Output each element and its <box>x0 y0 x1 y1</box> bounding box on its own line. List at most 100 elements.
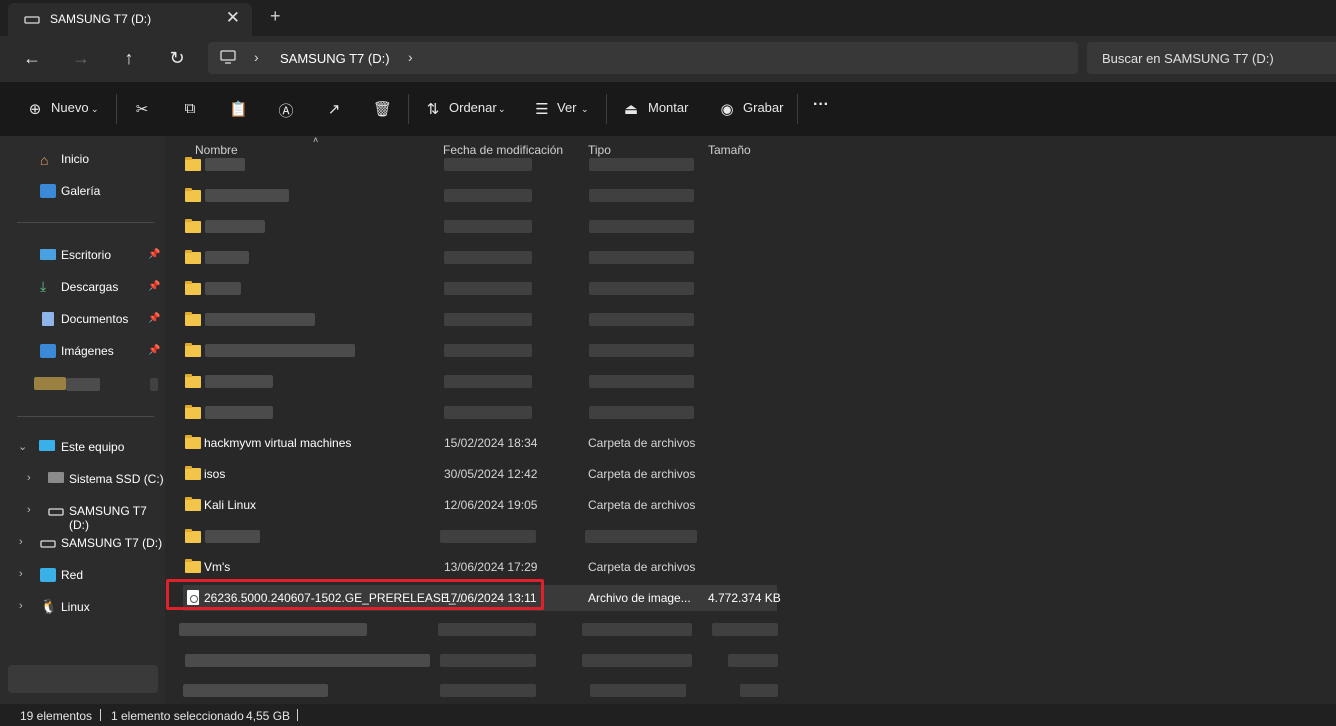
redacted-text <box>589 158 694 171</box>
sort-icon[interactable]: ⇅ <box>424 100 442 118</box>
table-row[interactable]: isos 30/05/2024 12:42 Carpeta de archivo… <box>183 460 777 488</box>
chevron-down-icon[interactable]: ⌄ <box>498 104 506 115</box>
cut-icon[interactable]: ✂ <box>133 100 151 118</box>
share-icon[interactable]: ↗ <box>325 100 343 118</box>
linux-penguin-icon: 🐧 <box>40 598 58 614</box>
table-row[interactable]: Kali Linux 12/06/2024 19:05 Carpeta de a… <box>183 491 777 519</box>
folder-icon <box>185 343 201 357</box>
redacted-label <box>66 378 100 391</box>
sort-button[interactable]: Ordenar <box>449 100 497 115</box>
redacted-text <box>440 654 536 667</box>
sidebar-item-este-equipo[interactable]: Este equipo <box>61 440 124 454</box>
file-type: Carpeta de archivos <box>588 436 696 450</box>
pin-icon[interactable]: 📌 <box>148 345 160 356</box>
chevron-down-icon[interactable]: ⌄ <box>91 104 99 115</box>
up-arrow-icon[interactable]: ↑ <box>117 47 141 71</box>
chevron-right-icon[interactable]: › <box>19 536 23 548</box>
home-icon: ⌂ <box>40 152 49 168</box>
view-button[interactable]: Ver <box>557 100 577 115</box>
redacted-pin <box>150 378 158 391</box>
sidebar-item-documentos[interactable]: Documentos <box>61 312 128 326</box>
column-header-name[interactable]: Nombre <box>195 143 238 157</box>
redacted-text <box>728 654 778 667</box>
tab-bar: SAMSUNG T7 (D:) ✕ + <box>0 0 1336 36</box>
sidebar-item-drive-d[interactable]: SAMSUNG T7 (D:) <box>69 504 165 532</box>
chevron-right-icon[interactable]: › <box>19 600 23 612</box>
redacted-text <box>205 313 315 326</box>
sidebar-item-descargas[interactable]: Descargas <box>61 280 118 294</box>
close-tab-icon[interactable]: ✕ <box>226 8 240 28</box>
search-input[interactable]: Buscar en SAMSUNG T7 (D:) <box>1087 42 1336 74</box>
chevron-right-icon[interactable]: › <box>27 472 31 484</box>
breadcrumb-separator[interactable]: › <box>408 49 413 65</box>
sidebar-item-escritorio[interactable]: Escritorio <box>61 248 111 262</box>
redacted-text <box>590 684 686 697</box>
breadcrumb-item[interactable]: SAMSUNG T7 (D:) <box>280 51 390 66</box>
mount-button[interactable]: Montar <box>648 100 688 115</box>
sidebar-item-galeria[interactable]: Galería <box>61 184 100 198</box>
tab-samsung-t7[interactable]: SAMSUNG T7 (D:) ✕ <box>8 3 252 36</box>
delete-icon[interactable]: 🗑 <box>373 100 392 118</box>
redacted-text <box>205 220 265 233</box>
burn-button[interactable]: Grabar <box>743 100 783 115</box>
column-header-size[interactable]: Tamaño <box>708 143 751 157</box>
redacted-text <box>440 684 536 697</box>
redacted-text <box>585 530 697 543</box>
sidebar-item-linux[interactable]: Linux <box>61 600 90 614</box>
sort-up-icon: ˄ <box>313 135 319 145</box>
column-header-date[interactable]: Fecha de modificación <box>443 143 563 157</box>
back-arrow-icon[interactable]: ← <box>20 47 44 71</box>
folder-icon <box>185 157 201 171</box>
address-bar[interactable]: › SAMSUNG T7 (D:) › <box>208 42 1078 74</box>
chevron-down-icon[interactable]: ⌄ <box>581 104 589 115</box>
sidebar-item-inicio[interactable]: Inicio <box>61 152 89 166</box>
selected-item-highlight <box>8 665 158 693</box>
redacted-text <box>185 654 430 667</box>
redacted-text <box>589 375 694 388</box>
plus-circle-icon[interactable]: ⊕ <box>26 100 44 118</box>
redacted-text <box>444 313 532 326</box>
table-row[interactable]: hackmyvm virtual machines 15/02/2024 18:… <box>183 429 777 457</box>
folder-icon <box>185 497 201 511</box>
copy-icon[interactable]: ⧉ <box>181 100 199 118</box>
toolbar-divider <box>606 94 607 124</box>
chevron-right-icon[interactable]: › <box>27 504 31 516</box>
new-tab-button[interactable]: + <box>270 6 281 27</box>
pin-icon[interactable]: 📌 <box>148 313 160 324</box>
folder-icon <box>185 466 201 480</box>
redacted-text <box>712 623 778 636</box>
file-list: Nombre ˄ Fecha de modificación Tipo Tama… <box>165 135 1336 704</box>
pin-icon[interactable]: 📌 <box>148 249 160 260</box>
folder-icon <box>185 529 201 543</box>
more-options-icon[interactable]: ··· <box>813 96 829 114</box>
pictures-icon <box>40 344 56 358</box>
sidebar-item-drive-c[interactable]: Sistema SSD (C:) <box>69 472 164 486</box>
mount-icon[interactable]: ⏏ <box>622 100 640 118</box>
burn-disc-icon[interactable]: ◉ <box>718 100 736 118</box>
redacted-text <box>205 344 355 357</box>
file-type: Carpeta de archivos <box>588 560 696 574</box>
refresh-icon[interactable]: ↻ <box>165 47 189 71</box>
pin-icon[interactable]: 📌 <box>148 281 160 292</box>
sidebar-divider <box>17 222 154 223</box>
chevron-right-icon[interactable]: › <box>19 568 23 580</box>
sidebar-item-red[interactable]: Red <box>61 568 83 582</box>
sidebar-item-imagenes[interactable]: Imágenes <box>61 344 114 358</box>
view-icon[interactable]: ☰ <box>533 100 551 118</box>
redacted-text <box>183 684 328 697</box>
column-header-type[interactable]: Tipo <box>588 143 611 157</box>
rename-icon[interactable]: Ⓐ <box>277 100 295 120</box>
table-row[interactable]: Vm's 13/06/2024 17:29 Carpeta de archivo… <box>183 553 777 581</box>
file-type: Archivo de image... <box>588 591 691 605</box>
redacted-text <box>444 158 532 171</box>
breadcrumb-separator[interactable]: › <box>254 49 259 65</box>
forward-arrow-icon[interactable]: → <box>69 47 93 71</box>
chevron-down-icon[interactable]: ⌄ <box>18 440 27 453</box>
paste-icon[interactable]: 📋 <box>229 100 248 118</box>
file-name: hackmyvm virtual machines <box>204 436 352 450</box>
file-name: isos <box>204 467 226 481</box>
redacted-text <box>589 251 694 264</box>
new-button[interactable]: Nuevo <box>51 100 89 115</box>
gallery-icon <box>40 184 56 198</box>
sidebar-item-selected-drive[interactable]: SAMSUNG T7 (D:) <box>61 536 162 550</box>
